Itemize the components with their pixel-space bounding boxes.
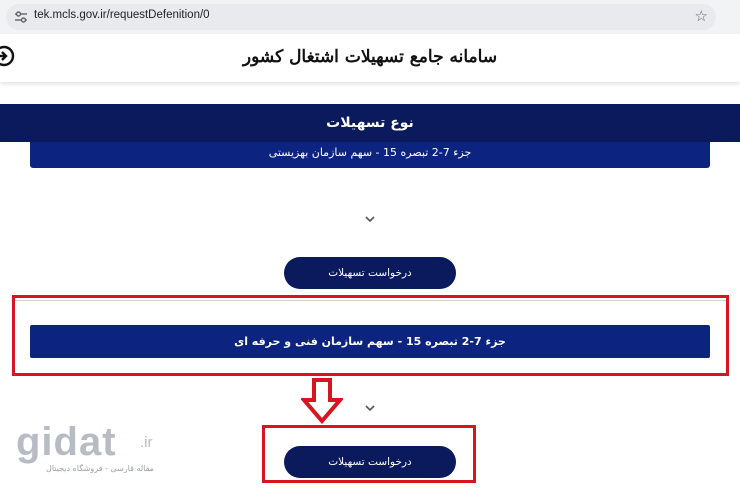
facility-item-behzisti[interactable]: جزء 7-2 تبصره 15 - سهم سازمان بهزیستی (30, 142, 710, 168)
address-bar[interactable]: tek.mcls.gov.ir/requestDefenition/0 ☆ (6, 4, 716, 30)
highlight-box-button (262, 425, 476, 483)
highlight-box-item (12, 295, 729, 376)
section-title: نوع تسهیلات (0, 104, 740, 142)
tune-icon[interactable] (14, 10, 28, 24)
star-icon[interactable]: ☆ (695, 8, 708, 25)
watermark-tagline: مقاله فارسی - فروشگاه دیجیتال (46, 464, 154, 473)
watermark: gidat .ir مقاله فارسی - فروشگاه دیجیتال (16, 420, 166, 480)
chevron-down-icon[interactable] (363, 214, 377, 224)
request-facility-button-1[interactable]: درخواست تسهیلات (284, 257, 456, 289)
url-text[interactable]: tek.mcls.gov.ir/requestDefenition/0 (34, 9, 210, 21)
site-title: سامانه جامع تسهیلات اشتغال کشور (242, 47, 498, 67)
arrow-down-icon (301, 378, 343, 424)
watermark-tld: .ir (140, 434, 153, 451)
browser-toolbar: tek.mcls.gov.ir/requestDefenition/0 ☆ (0, 0, 740, 35)
watermark-logo: gidat (16, 420, 117, 464)
site-header: سامانه جامع تسهیلات اشتغال کشور (0, 34, 740, 82)
chevron-down-icon[interactable] (363, 403, 377, 413)
